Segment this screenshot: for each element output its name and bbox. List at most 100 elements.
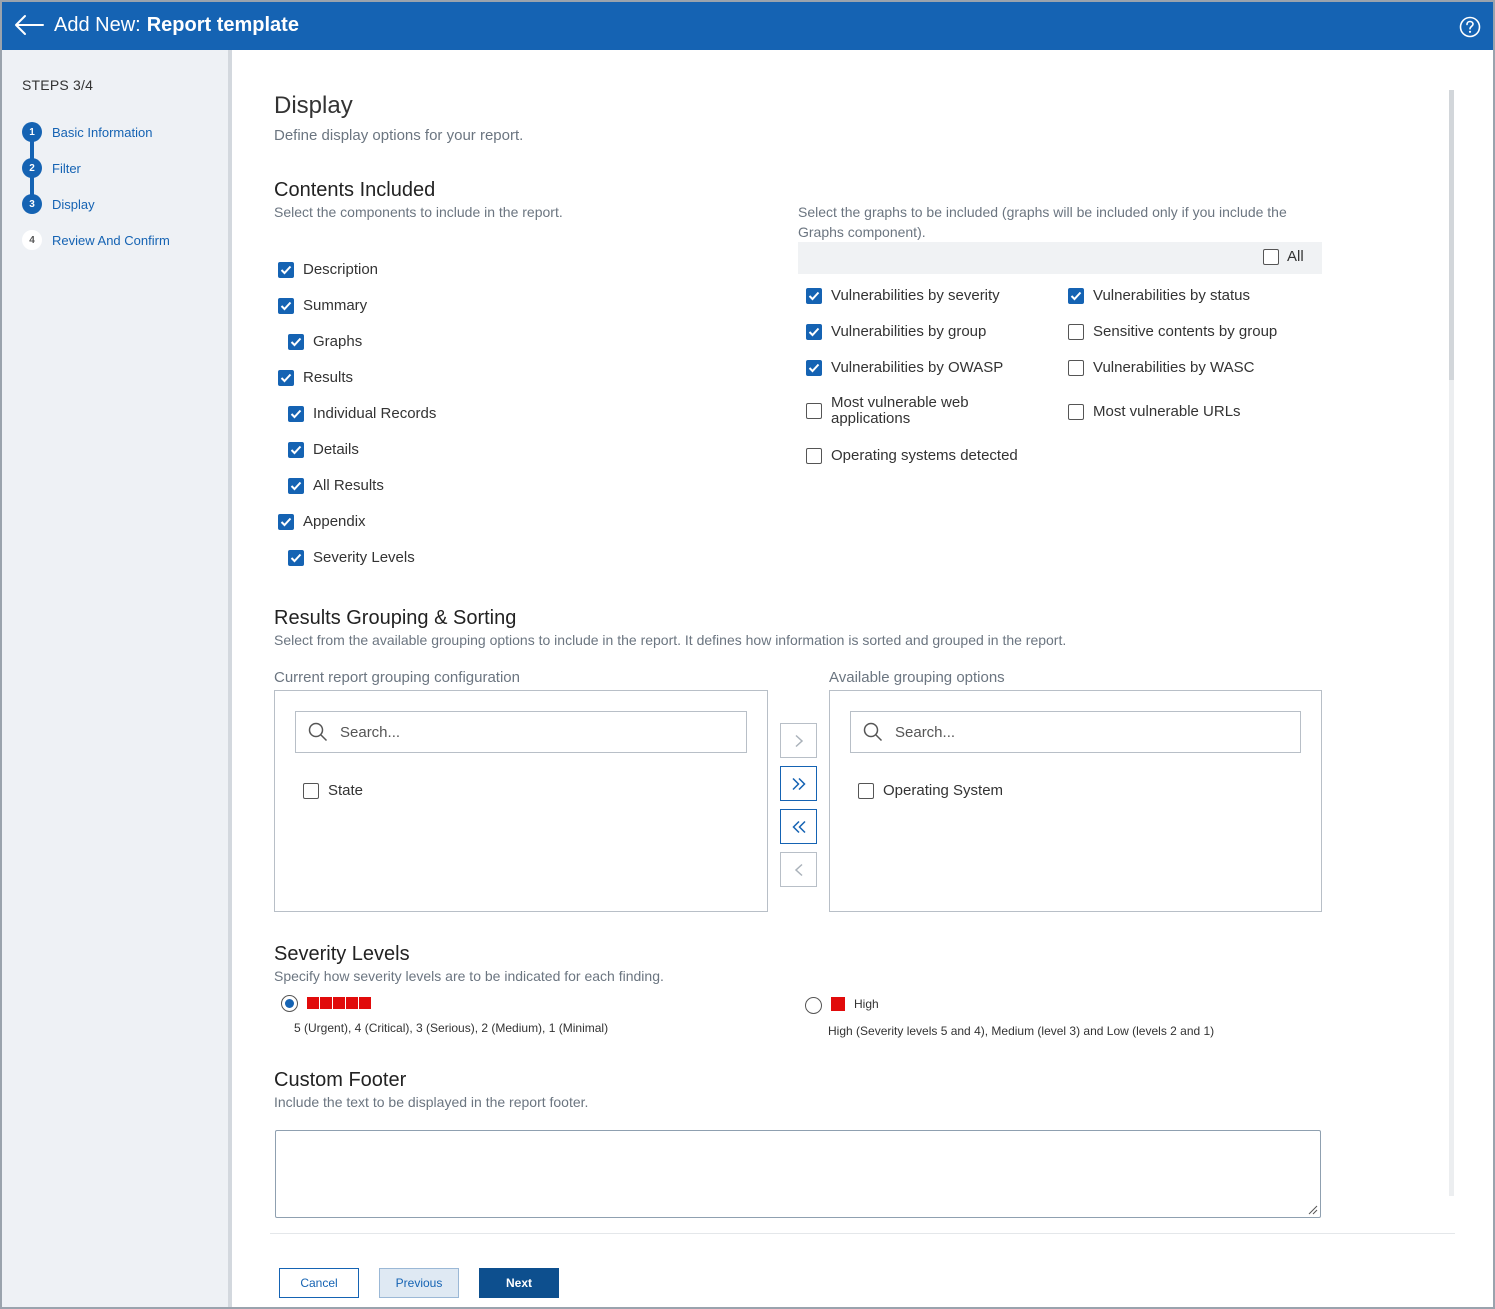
move-all-left-button[interactable] [780, 809, 817, 844]
checkbox-vuln-by-status[interactable]: Vulnerabilities by status [1068, 287, 1250, 304]
checkbox-label: Appendix [303, 513, 366, 530]
checkbox-severity-levels[interactable]: Severity Levels [288, 549, 415, 566]
back-arrow-icon[interactable] [12, 10, 46, 40]
check-icon [278, 369, 294, 386]
available-grouping-search[interactable] [850, 711, 1301, 753]
checkbox-description[interactable]: Description [278, 261, 378, 278]
checkbox-results[interactable]: Results [278, 369, 353, 386]
checkbox-label: Summary [303, 297, 368, 314]
grouping-desc: Select from the available grouping optio… [274, 632, 1067, 648]
checkbox-label: Most vulnerable URLs [1093, 403, 1241, 420]
graphs-select-all-bar [798, 242, 1322, 274]
search-icon [863, 722, 883, 742]
checkbox-summary[interactable]: Summary [278, 297, 367, 314]
current-grouping-search-input[interactable] [338, 722, 718, 742]
step-filter[interactable]: 2 Filter [22, 158, 81, 178]
available-grouping-list: Operating System [829, 690, 1322, 912]
severity-option-high-label: High [854, 997, 879, 1011]
checkbox-label: Individual Records [313, 405, 437, 422]
grouping-option-operating-system[interactable]: Operating System [858, 782, 1003, 799]
chevron-right-icon [794, 734, 803, 747]
severity-option-numeric-radio[interactable] [281, 995, 298, 1012]
checkbox-vuln-by-group[interactable]: Vulnerabilities by group [806, 323, 986, 340]
checkbox-graphs[interactable]: Graphs [288, 333, 362, 350]
checkbox-appendix[interactable]: Appendix [278, 513, 366, 530]
checkbox-most-vulnerable-urls[interactable]: Most vulnerable URLs [1068, 403, 1241, 420]
custom-footer-title: Custom Footer [274, 1069, 407, 1091]
checkbox-label: Results [303, 369, 354, 386]
checkbox-all-results[interactable]: All Results [288, 477, 384, 494]
search-icon [308, 722, 328, 742]
graphs-desc-line1: Select the graphs to be included (graphs… [798, 204, 1287, 220]
header-title-main: Report template [146, 14, 299, 36]
current-grouping-search[interactable] [295, 711, 747, 753]
checkbox-details[interactable]: Details [288, 441, 359, 458]
step-review-and-confirm[interactable]: 4 Review And Confirm [22, 230, 170, 250]
severity-option-high-medium-low-radio[interactable] [805, 997, 822, 1014]
label-line1: Most vulnerable web [831, 394, 969, 411]
custom-footer-textarea[interactable] [275, 1130, 1321, 1218]
move-right-button[interactable] [780, 723, 817, 758]
scrollbar-thumb[interactable] [1449, 90, 1454, 380]
step-number: 2 [22, 158, 42, 178]
checkbox-os-detected[interactable]: Operating systems detected [806, 447, 1018, 464]
check-icon [278, 513, 294, 530]
checkbox-label: Graphs [313, 333, 363, 350]
check-icon [278, 297, 294, 314]
check-icon [288, 477, 304, 494]
checkbox-vuln-by-wasc[interactable]: Vulnerabilities by WASC [1068, 359, 1254, 376]
help-icon[interactable] [1459, 16, 1481, 38]
checkbox-label: State [328, 782, 364, 799]
next-button[interactable]: Next [479, 1268, 559, 1298]
check-icon [806, 287, 822, 304]
checkbox-individual-records[interactable]: Individual Records [288, 405, 436, 422]
radio-button[interactable] [281, 995, 298, 1012]
steps-counter: STEPS 3/4 [22, 77, 94, 93]
checkbox-graphs-all[interactable]: All [1263, 248, 1304, 265]
grouping-option-state[interactable]: State [303, 782, 363, 799]
move-all-right-button[interactable] [780, 766, 817, 801]
main-content: Display Define display options for your … [232, 50, 1493, 1307]
checkbox-label: All Results [313, 477, 384, 494]
check-icon [288, 441, 304, 458]
cancel-button[interactable]: Cancel [279, 1268, 359, 1298]
double-chevron-left-icon [791, 820, 806, 833]
checkbox-box [1068, 359, 1084, 376]
app-header: Add New: Report template [2, 2, 1493, 50]
resize-handle-icon[interactable] [1308, 1205, 1318, 1215]
current-grouping-label: Current report grouping configuration [274, 669, 520, 686]
severity-title: Severity Levels [274, 943, 410, 965]
radio-button[interactable] [805, 997, 822, 1014]
chevron-left-icon [794, 863, 803, 876]
checkbox-box [1068, 403, 1084, 420]
steps-sidebar: STEPS 3/4 1 Basic Information 2 Filter 3… [2, 50, 228, 1307]
checkbox-label: Severity Levels [313, 549, 415, 566]
step-number: 4 [22, 230, 42, 250]
checkbox-box [806, 403, 822, 419]
checkbox-box [858, 782, 874, 799]
checkbox-vuln-by-owasp[interactable]: Vulnerabilities by OWASP [806, 359, 1003, 376]
checkbox-label: Vulnerabilities by status [1093, 287, 1251, 304]
step-display[interactable]: 3 Display [22, 194, 95, 214]
move-left-button[interactable] [780, 852, 817, 887]
header-title-prefix: Add New: [54, 14, 141, 36]
custom-footer-desc: Include the text to be displayed in the … [274, 1094, 589, 1110]
checkbox-label: Operating systems detected [831, 447, 1018, 464]
grouping-title: Results Grouping & Sorting [274, 607, 517, 629]
available-grouping-search-input[interactable] [893, 722, 1273, 742]
contents-title: Contents Included [274, 179, 436, 201]
checkbox-box [806, 447, 822, 464]
checkbox-sensitive-contents-by-group[interactable]: Sensitive contents by group [1068, 323, 1277, 340]
page-header-title: Add New: Report template [54, 14, 299, 37]
step-basic-information[interactable]: 1 Basic Information [22, 122, 152, 142]
previous-button[interactable]: Previous [379, 1268, 459, 1298]
step-label: Basic Information [52, 124, 153, 140]
checkbox-vuln-by-severity[interactable]: Vulnerabilities by severity [806, 287, 1000, 304]
checkbox-box [1068, 323, 1084, 340]
step-label: Review And Confirm [52, 232, 170, 248]
checkbox-most-vulnerable-web-apps[interactable]: Most vulnerable web applications [806, 395, 969, 427]
checkbox-label: Vulnerabilities by group [831, 323, 987, 340]
step-number: 3 [22, 194, 42, 214]
severity-desc: Specify how severity levels are to be in… [274, 968, 664, 984]
step-label: Filter [52, 160, 81, 176]
